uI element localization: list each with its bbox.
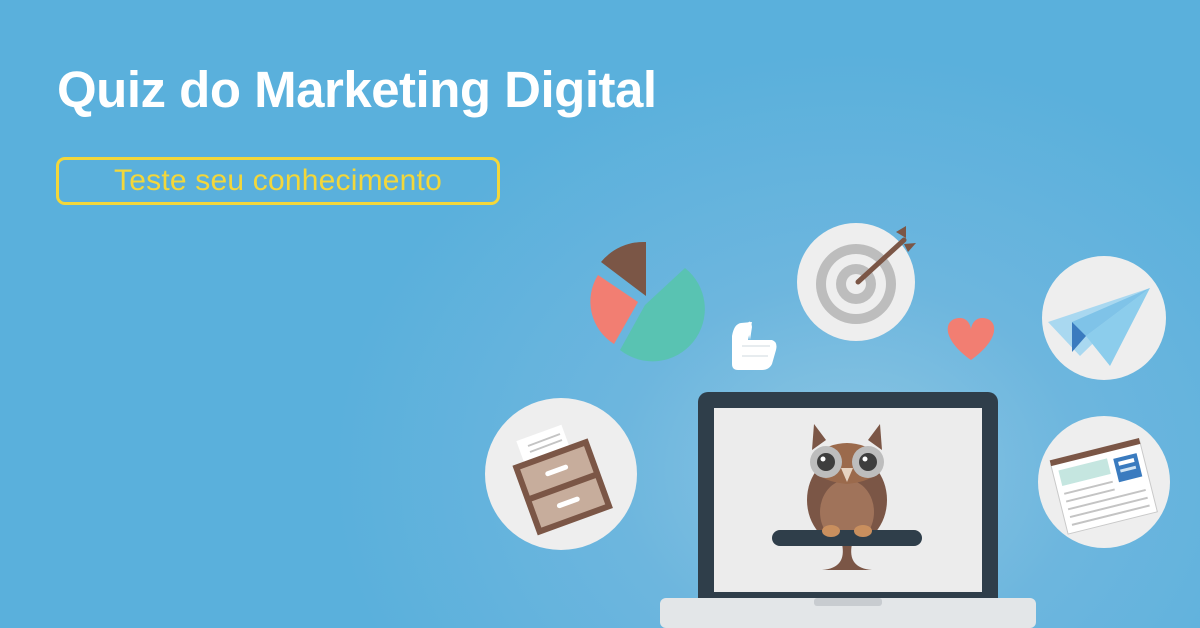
- illustration: [485, 223, 1170, 628]
- thumbs-up-icon: [732, 321, 777, 370]
- newspaper-icon: [1038, 416, 1170, 548]
- banner: Quiz do Marketing Digital Teste seu conh…: [0, 0, 1200, 628]
- file-cabinet-icon: [485, 398, 637, 550]
- pie-chart-icon: [590, 241, 705, 362]
- target-icon: [797, 223, 916, 341]
- heart-icon: [947, 318, 995, 360]
- paper-plane-icon: [1042, 256, 1166, 380]
